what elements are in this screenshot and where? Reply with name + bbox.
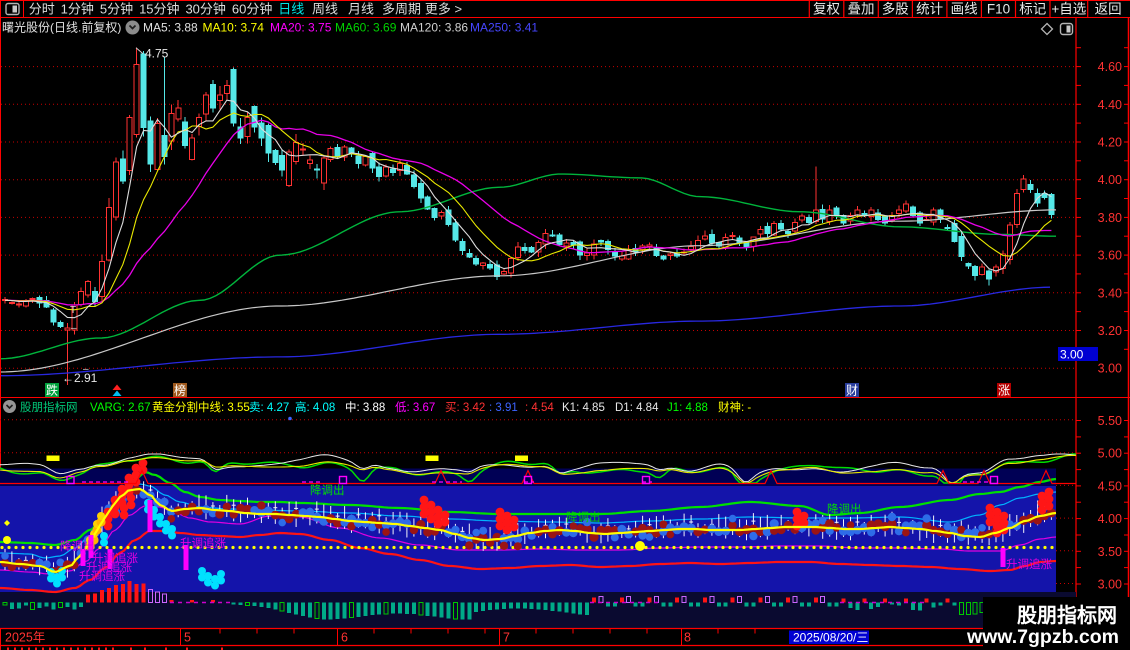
svg-text:3.80: 3.80: [1098, 207, 1122, 226]
svg-text:复权: 复权: [813, 0, 841, 18]
svg-text:分时: 分时: [29, 0, 55, 18]
svg-text:4.75: 4.75: [145, 45, 169, 62]
svg-text:–: –: [83, 360, 89, 375]
svg-text:F10: F10: [987, 0, 1010, 18]
svg-text:MA5: 3.88: MA5: 3.88: [143, 19, 198, 36]
svg-text:3.00: 3.00: [1098, 358, 1122, 377]
svg-text:5.00: 5.00: [1098, 443, 1122, 462]
svg-text:MA10: 3.74: MA10: 3.74: [203, 19, 265, 36]
svg-text:5: 5: [184, 627, 191, 646]
svg-text:4.20: 4.20: [1098, 132, 1122, 151]
svg-text:升调追涨: 升调追涨: [1006, 556, 1052, 572]
svg-text:–: –: [71, 319, 77, 334]
svg-text:+自选: +自选: [1051, 0, 1086, 18]
svg-text:多股: 多股: [882, 0, 909, 18]
svg-text:5分钟: 5分钟: [100, 0, 133, 18]
svg-text:降调出: 降调出: [60, 538, 95, 554]
svg-text:15分钟: 15分钟: [139, 0, 179, 18]
svg-text:4.40: 4.40: [1098, 94, 1122, 113]
svg-text:涨: 涨: [998, 382, 1010, 399]
svg-text:MA250: 3.41: MA250: 3.41: [470, 19, 538, 36]
svg-text:MA120: 3.86: MA120: 3.86: [400, 19, 468, 36]
svg-text:降调出: 降调出: [827, 501, 862, 517]
svg-text:降调出: 降调出: [310, 482, 345, 498]
svg-text:3.00: 3.00: [1098, 574, 1122, 593]
svg-text:3.60: 3.60: [1098, 245, 1122, 264]
svg-text:4.60: 4.60: [1098, 56, 1122, 75]
svg-text:多周期: 多周期: [382, 0, 421, 18]
svg-text:更多 >: 更多 >: [425, 0, 462, 18]
svg-text:60分钟: 60分钟: [232, 0, 272, 18]
svg-text:6: 6: [341, 627, 348, 646]
svg-text:黄金分割中线: 3.55: 黄金分割中线: 3.55: [152, 399, 250, 415]
svg-text:统计: 统计: [916, 0, 943, 18]
svg-text:2025年: 2025年: [5, 627, 45, 646]
svg-text:中: 3.88: 中: 3.88: [345, 399, 385, 415]
svg-text:3.20: 3.20: [1098, 320, 1122, 339]
svg-text:买: 3.42: 买: 3.42: [445, 399, 485, 415]
svg-text:T: T: [70, 301, 76, 316]
svg-text:降调出: 降调出: [566, 509, 601, 525]
svg-text:财: 财: [846, 382, 858, 399]
svg-text:30分钟: 30分钟: [185, 0, 225, 18]
svg-text:低: 3.67: 低: 3.67: [395, 399, 435, 415]
svg-text:财神: -: 财神: -: [718, 399, 751, 415]
svg-text:标记: 标记: [1019, 0, 1046, 18]
svg-text:升调追涨: 升调追涨: [79, 568, 125, 584]
svg-text:MA60: 3.69: MA60: 3.69: [335, 19, 397, 36]
svg-text:4.00: 4.00: [1098, 169, 1122, 188]
svg-text:3.40: 3.40: [1098, 282, 1122, 301]
svg-text:高: 4.08: 高: 4.08: [295, 399, 335, 415]
svg-text:股朋指标网: 股朋指标网: [20, 399, 78, 415]
svg-text:: 3.91: : 3.91: [489, 399, 518, 415]
svg-text:返回: 返回: [1095, 0, 1122, 18]
svg-text:跌: 跌: [46, 382, 58, 399]
svg-text:3.00: 3.00: [1060, 346, 1084, 363]
svg-text:周线: 周线: [312, 0, 338, 18]
svg-text:叠加: 叠加: [848, 0, 875, 18]
svg-text:3.50: 3.50: [1098, 541, 1122, 560]
svg-text:1分钟: 1分钟: [61, 0, 94, 18]
svg-text:8: 8: [684, 627, 691, 646]
svg-text:www.7gpzb.com: www.7gpzb.com: [966, 620, 1119, 649]
svg-text:←2.91: ←2.91: [62, 369, 98, 386]
svg-text:D1: 4.84: D1: 4.84: [615, 399, 659, 415]
svg-text:4.50: 4.50: [1098, 475, 1122, 494]
svg-text:2025/08/20/三: 2025/08/20/三: [793, 629, 868, 646]
svg-text:卖: 4.27: 卖: 4.27: [249, 399, 289, 415]
svg-text:7: 7: [503, 627, 510, 646]
svg-text:J1: 4.88: J1: 4.88: [667, 399, 708, 415]
svg-text:4.00: 4.00: [1098, 508, 1122, 527]
svg-text:榜: 榜: [174, 382, 186, 399]
svg-text:MA20: 3.75: MA20: 3.75: [270, 19, 332, 36]
svg-text:升调追涨: 升调追涨: [180, 535, 226, 551]
svg-text:日线: 日线: [278, 0, 304, 18]
svg-text:VARG: 2.67: VARG: 2.67: [90, 399, 151, 415]
svg-text:K1: 4.85: K1: 4.85: [562, 399, 605, 415]
svg-text:5.50: 5.50: [1098, 410, 1122, 429]
svg-text:画线: 画线: [951, 0, 978, 18]
svg-text:曙光股份(日线.前复权): 曙光股份(日线.前复权): [2, 19, 121, 36]
svg-text:: 4.54: : 4.54: [525, 399, 554, 415]
svg-text:月线: 月线: [348, 0, 374, 18]
